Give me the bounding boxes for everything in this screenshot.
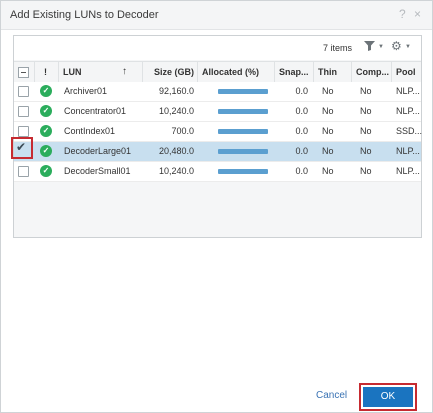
- lun-thin: No: [322, 86, 334, 96]
- help-icon[interactable]: ?: [399, 7, 406, 21]
- cancel-button[interactable]: Cancel: [316, 390, 347, 401]
- header-size[interactable]: Size (GB): [142, 62, 197, 82]
- lun-thin: No: [322, 126, 334, 136]
- row-checkbox[interactable]: [18, 126, 29, 137]
- ok-button-highlight: OK: [359, 383, 417, 411]
- lun-name: DecoderLarge01: [64, 146, 132, 156]
- filter-icon[interactable]: [364, 40, 375, 54]
- table-row[interactable]: ✓ Concentrator01 10,240.0 0.0 No No NLP.…: [14, 102, 421, 122]
- row-checkbox[interactable]: [18, 166, 29, 177]
- lun-name: ContIndex01: [64, 126, 116, 136]
- header-pool[interactable]: Pool: [391, 62, 421, 82]
- row-checkbox[interactable]: [18, 106, 29, 117]
- table-row-selected[interactable]: ✓ DecoderLarge01 20,480.0 0.0 No No NLP.…: [14, 142, 421, 162]
- dialog-title: Add Existing LUNs to Decoder: [10, 9, 159, 21]
- status-ok-icon: ✓: [40, 85, 52, 97]
- header-thin[interactable]: Thin: [313, 62, 351, 82]
- dialog-titlebar: Add Existing LUNs to Decoder ? ×: [1, 1, 432, 30]
- lun-pool: NLP...: [396, 106, 420, 116]
- items-count: 7 items: [323, 43, 353, 53]
- lun-size: 92,160.0: [158, 86, 194, 96]
- status-ok-icon: ✓: [40, 165, 52, 177]
- ok-button[interactable]: OK: [363, 387, 413, 407]
- allocated-bar: [218, 169, 268, 174]
- row-checkbox[interactable]: [18, 86, 29, 97]
- header-lun-label: LUN: [63, 67, 82, 77]
- luns-grid-panel: 7 items ▼ ⚙ ▼ ! LUN ↑ Size (GB) Allocate…: [13, 35, 422, 238]
- lun-snap: 0.0: [295, 86, 308, 96]
- header-lun[interactable]: LUN ↑: [58, 62, 142, 82]
- select-all-header[interactable]: [14, 62, 34, 82]
- selected-row-checkbox[interactable]: ✔: [11, 137, 33, 159]
- allocated-bar: [218, 109, 268, 114]
- select-all-checkbox[interactable]: [18, 67, 29, 78]
- header-comp[interactable]: Comp...: [351, 62, 391, 82]
- lun-snap: 0.0: [295, 146, 308, 156]
- lun-pool: SSD...: [396, 126, 423, 136]
- grid-toolbar: 7 items ▼ ⚙ ▼: [14, 36, 421, 60]
- settings-dropdown-icon[interactable]: ▼: [405, 44, 411, 50]
- lun-comp: No: [360, 106, 372, 116]
- add-luns-dialog: Add Existing LUNs to Decoder ? × 7 items…: [0, 0, 433, 413]
- table-row[interactable]: ✓ Archiver01 92,160.0 0.0 No No NLP...: [14, 82, 421, 102]
- lun-comp: No: [360, 166, 372, 176]
- lun-snap: 0.0: [295, 166, 308, 176]
- lun-snap: 0.0: [295, 106, 308, 116]
- lun-name: Concentrator01: [64, 106, 127, 116]
- close-icon[interactable]: ×: [414, 7, 421, 21]
- lun-size: 10,240.0: [158, 106, 194, 116]
- allocated-bar: [218, 149, 268, 154]
- checkmark-icon: ✔: [16, 140, 27, 154]
- lun-size: 10,240.0: [158, 166, 194, 176]
- lun-pool: NLP...: [396, 86, 420, 96]
- allocated-bar: [218, 89, 268, 94]
- header-status[interactable]: !: [34, 62, 58, 82]
- lun-comp: No: [360, 126, 372, 136]
- lun-snap: 0.0: [295, 126, 308, 136]
- lun-comp: No: [360, 146, 372, 156]
- lun-thin: No: [322, 166, 334, 176]
- allocated-bar: [218, 129, 268, 134]
- lun-pool: NLP...: [396, 146, 420, 156]
- status-ok-icon: ✓: [40, 125, 52, 137]
- header-allocated[interactable]: Allocated (%): [197, 62, 274, 82]
- header-snap[interactable]: Snap...: [274, 62, 313, 82]
- grid-header: ! LUN ↑ Size (GB) Allocated (%) Snap... …: [14, 61, 421, 83]
- table-row[interactable]: ✓ DecoderSmall01 10,240.0 0.0 No No NLP.…: [14, 162, 421, 182]
- filter-dropdown-icon[interactable]: ▼: [378, 44, 384, 50]
- lun-name: DecoderSmall01: [64, 166, 131, 176]
- lun-size: 20,480.0: [158, 146, 194, 156]
- lun-thin: No: [322, 146, 334, 156]
- sort-asc-icon: ↑: [122, 66, 127, 77]
- lun-name: Archiver01: [64, 86, 108, 96]
- status-ok-icon: ✓: [40, 105, 52, 117]
- status-ok-icon: ✓: [40, 145, 52, 157]
- lun-size: 700.0: [171, 126, 194, 136]
- lun-thin: No: [322, 106, 334, 116]
- lun-pool: NLP...: [396, 166, 420, 176]
- table-row[interactable]: ✓ ContIndex01 700.0 0.0 No No SSD...: [14, 122, 423, 142]
- lun-comp: No: [360, 86, 372, 96]
- gear-icon[interactable]: ⚙: [391, 39, 402, 53]
